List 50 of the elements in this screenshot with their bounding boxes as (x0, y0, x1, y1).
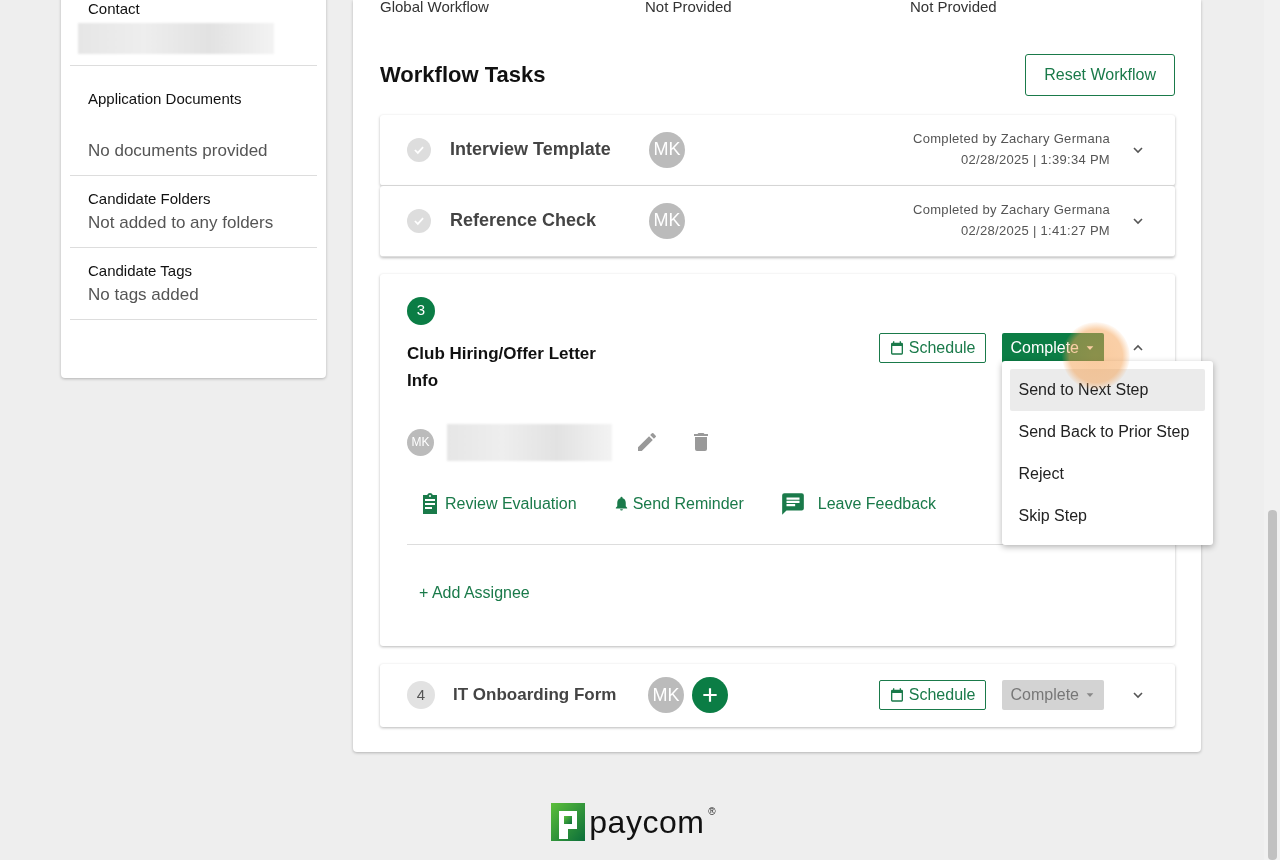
section-heading: Workflow Tasks (380, 61, 546, 89)
section-value: No documents provided (88, 140, 269, 162)
pencil-icon[interactable] (635, 430, 659, 454)
avatar: MK (649, 131, 685, 168)
add-button[interactable] (692, 677, 728, 713)
schedule-button[interactable]: Schedule (878, 332, 986, 363)
action-link[interactable]: Leave Feedback (779, 490, 937, 517)
step-number: 3 (407, 296, 435, 325)
plus-icon (700, 685, 720, 705)
avatar: MK (407, 428, 434, 456)
completed-date: 02/28/2025 | 1:39:34 PM (959, 150, 1110, 169)
action-link[interactable]: Review Evaluation (418, 491, 577, 516)
task-title: Interview Template (450, 138, 612, 161)
add-assignee-link[interactable]: + Add Assignee (419, 580, 530, 605)
calendar-icon (888, 687, 905, 703)
calendar-icon (888, 339, 905, 356)
menu-item[interactable]: Reject (1009, 452, 1205, 495)
completed-check-icon (407, 137, 431, 162)
completed-by-text: Completed by Zachary Germana (913, 200, 1110, 219)
section-value: No tags added (88, 284, 200, 306)
info-text: Not Provided (910, 0, 998, 17)
menu-item[interactable]: Skip Step (1009, 494, 1205, 537)
caret-icon (1085, 690, 1095, 700)
logo-text: paycom (589, 803, 705, 842)
task-title: Reference Check (450, 209, 598, 232)
info-text: Not Provided (645, 0, 733, 17)
completed-by-text: Completed by Zachary Germana (913, 129, 1110, 148)
step-number: 4 (407, 681, 435, 709)
menu-item[interactable]: Send Back to Prior Step (1009, 410, 1205, 453)
schedule-button[interactable]: Schedule (878, 680, 986, 710)
completed-date: 02/28/2025 | 1:41:27 PM (959, 221, 1110, 240)
section-title: Contact (88, 0, 141, 19)
action-link[interactable]: Send Reminder (612, 491, 744, 516)
chat-icon (779, 490, 806, 517)
task-title: IT Onboarding Form (453, 684, 618, 707)
menu-item[interactable]: Send to Next Step (1009, 368, 1205, 411)
reset-workflow-button[interactable]: Reset Workflow (1025, 53, 1175, 96)
complete-button[interactable]: Complete (1001, 332, 1104, 363)
logo-icon (549, 803, 586, 841)
trademark-mark: ® (708, 805, 716, 819)
scrollbar-thumb[interactable] (1268, 510, 1277, 860)
section-title: Candidate Tags (88, 260, 193, 281)
completed-check-icon (407, 208, 431, 233)
avatar: MK (649, 202, 685, 239)
section-value: Not added to any folders (88, 212, 275, 234)
info-text: Global Workflow (380, 0, 490, 17)
section-title: Application Documents (88, 88, 243, 109)
section-title: Candidate Folders (88, 188, 212, 209)
task-title: Club Hiring/Offer Letter Info (407, 342, 597, 392)
avatar: MK (648, 677, 684, 713)
